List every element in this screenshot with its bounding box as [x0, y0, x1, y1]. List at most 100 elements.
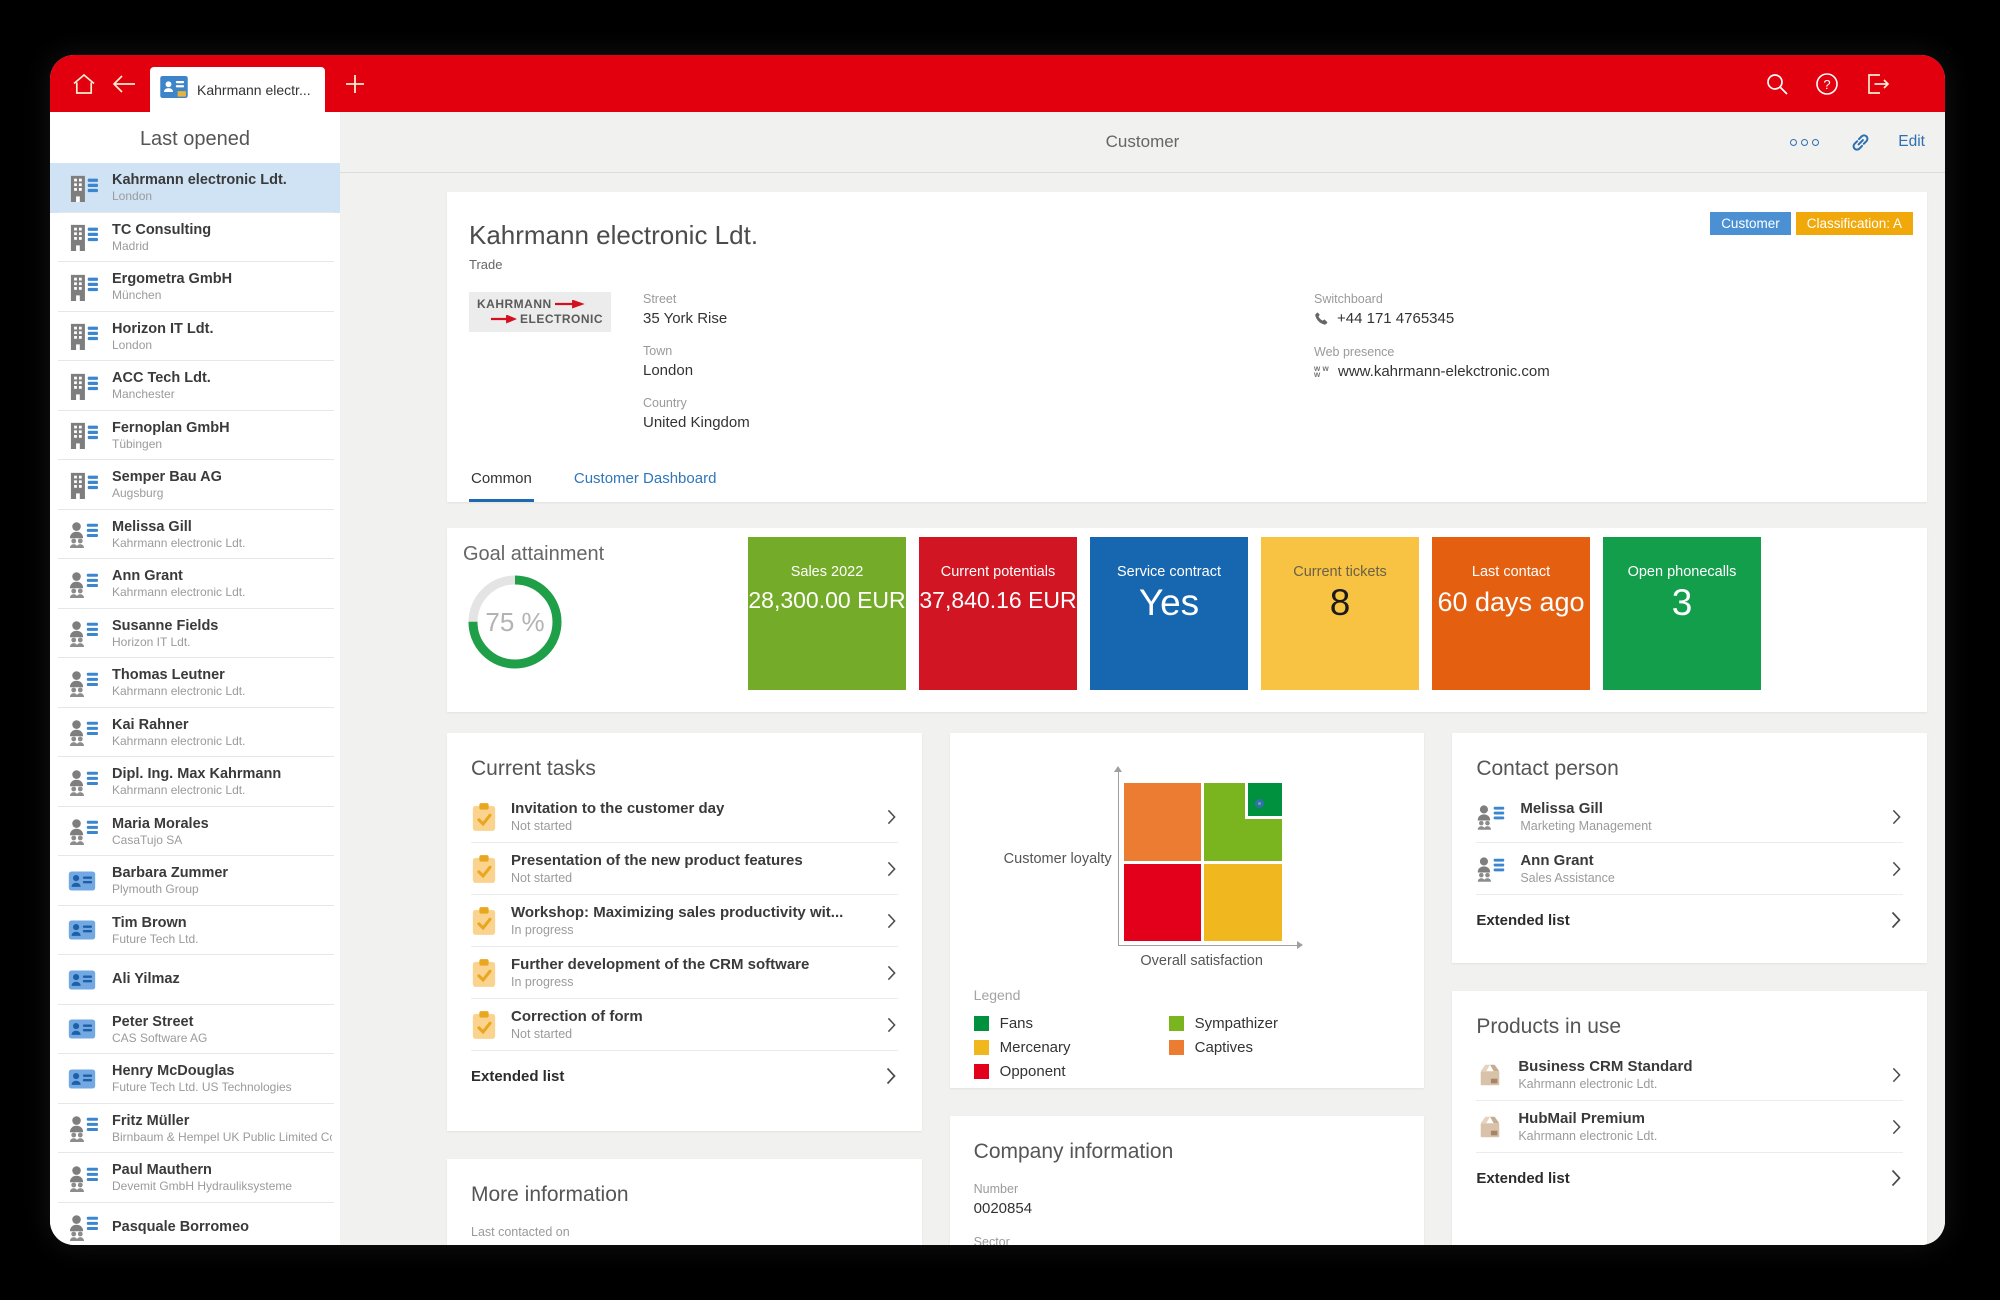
list-item-subtitle: Madrid: [112, 239, 211, 253]
phone-link[interactable]: +44 171 4765345: [1314, 310, 1550, 327]
entity-icon: [68, 1019, 100, 1039]
legend-item: Mercenary: [974, 1039, 1169, 1056]
list-item[interactable]: Kahrmann electronic Ldt. London: [50, 163, 340, 213]
list-item-subtitle: CasaTujo SA: [112, 833, 209, 847]
list-item-title: Barbara Zummer: [112, 865, 228, 881]
list-item-subtitle: Future Tech Ltd.: [112, 932, 199, 946]
task-row[interactable]: Invitation to the customer day Not start…: [471, 791, 898, 843]
sidebar-last-opened: Last opened: [50, 112, 340, 1245]
task-status: Not started: [511, 819, 873, 833]
list-item[interactable]: Dipl. Ing. Max Kahrmann Kahrmann electro…: [50, 757, 340, 807]
contact-person-icon: [1476, 803, 1506, 830]
list-item[interactable]: Henry McDouglas Future Tech Ltd. US Tech…: [50, 1054, 340, 1104]
list-item[interactable]: Semper Bau AG Augsburg: [50, 460, 340, 510]
kpi-tile-value: 60 days ago: [1437, 587, 1584, 618]
tasks-extended-list[interactable]: Extended list: [471, 1051, 898, 1099]
list-item[interactable]: Ann Grant Kahrmann electronic Ldt.: [50, 559, 340, 609]
list-item[interactable]: ACC Tech Ldt. Manchester: [50, 361, 340, 411]
new-tab-plus-icon[interactable]: [335, 55, 375, 112]
kpi-tile[interactable]: Open phonecalls 3: [1603, 537, 1761, 690]
more-information-card: More information Last contacted on 16.08…: [447, 1159, 922, 1245]
task-row[interactable]: Further development of the CRM software …: [471, 947, 898, 999]
goal-attainment-label: Goal attainment: [463, 543, 748, 566]
field-value: 35 York Rise: [643, 310, 750, 327]
entity-icon: [68, 421, 100, 449]
product-row[interactable]: HubMail Premium Kahrmann electronic Ldt.: [1476, 1101, 1903, 1153]
record-tab[interactable]: Customer Dashboard: [572, 460, 719, 502]
task-status: Not started: [511, 1027, 873, 1041]
logout-icon[interactable]: [1857, 55, 1897, 112]
list-item[interactable]: Tim Brown Future Tech Ltd.: [50, 906, 340, 956]
list-item-subtitle: Kahrmann electronic Ldt.: [112, 783, 281, 797]
task-status: Not started: [511, 871, 873, 885]
list-item-title: Semper Bau AG: [112, 469, 222, 485]
list-item-title: Kahrmann electronic Ldt.: [112, 172, 287, 188]
contact-row[interactable]: Ann Grant Sales Assistance: [1476, 843, 1903, 895]
list-item[interactable]: Kai Rahner Kahrmann electronic Ldt.: [50, 708, 340, 758]
entity-icon: [68, 1069, 100, 1089]
field: Country United Kingdom: [643, 396, 750, 431]
link-icon[interactable]: [1849, 131, 1872, 154]
list-item[interactable]: Peter Street CAS Software AG: [50, 1005, 340, 1055]
tab-title: Kahrmann electr...: [197, 82, 311, 98]
list-item[interactable]: Thomas Leutner Kahrmann electronic Ldt.: [50, 658, 340, 708]
list-item[interactable]: TC Consulting Madrid: [50, 213, 340, 263]
more-actions-icon[interactable]: [1786, 135, 1823, 150]
list-item[interactable]: Fritz Müller Birnbaum & Hempel UK Public…: [50, 1104, 340, 1154]
kpi-tile[interactable]: Sales 2022 28,300.00 EUR: [748, 537, 906, 690]
back-icon[interactable]: [104, 55, 144, 112]
list-item-subtitle: Kahrmann electronic Ldt.: [112, 734, 245, 748]
edit-button[interactable]: Edit: [1898, 133, 1925, 151]
list-item[interactable]: Horizon IT Ldt. London: [50, 312, 340, 362]
task-row[interactable]: Workshop: Maximizing sales productivity …: [471, 895, 898, 947]
kpi-tile[interactable]: Current tickets 8: [1261, 537, 1419, 690]
help-icon[interactable]: ?: [1807, 55, 1847, 112]
list-item[interactable]: Fernoplan GmbH Tübingen: [50, 411, 340, 461]
matrix-quadrant: [1204, 783, 1282, 861]
legend-swatch: [974, 1064, 989, 1079]
kpi-tile[interactable]: Current potentials 37,840.16 EUR: [919, 537, 1077, 690]
products-extended-list[interactable]: Extended list: [1476, 1153, 1903, 1201]
entity-icon: [68, 372, 100, 400]
chevron-right-icon: [886, 1067, 898, 1085]
list-item-title: Fritz Müller: [112, 1113, 332, 1129]
product-row[interactable]: Business CRM Standard Kahrmann electroni…: [1476, 1049, 1903, 1101]
task-row[interactable]: Correction of form Not started: [471, 999, 898, 1051]
matrix-quadrant: [1124, 783, 1202, 861]
kpi-tile[interactable]: Last contact 60 days ago: [1432, 537, 1590, 690]
contact-row[interactable]: Melissa Gill Marketing Management: [1476, 791, 1903, 843]
task-icon: [471, 906, 497, 936]
home-icon[interactable]: [64, 55, 104, 112]
list-item[interactable]: Paul Mauthern Devemit GmbH Hydrauliksyst…: [50, 1153, 340, 1203]
list-item-subtitle: Augsburg: [112, 486, 222, 500]
contact-list: Melissa Gill Marketing Management: [1476, 791, 1903, 895]
legend-swatch: [1169, 1016, 1184, 1031]
kpi-tile[interactable]: Service contract Yes: [1090, 537, 1248, 690]
list-item-title: Tim Brown: [112, 915, 199, 931]
list-item[interactable]: Melissa Gill Kahrmann electronic Ldt.: [50, 510, 340, 560]
list-item[interactable]: Maria Morales CasaTujo SA: [50, 807, 340, 857]
field-label: Street: [643, 292, 750, 306]
chevron-right-icon: [887, 809, 898, 825]
field-label: Last contacted on: [471, 1225, 898, 1239]
search-icon[interactable]: [1757, 55, 1797, 112]
field-value: United Kingdom: [643, 414, 750, 431]
list-item[interactable]: Ali Yilmaz: [50, 955, 340, 1005]
tab-kahrmann-electronic[interactable]: Kahrmann electr...: [150, 67, 325, 112]
contacts-extended-list[interactable]: Extended list: [1476, 895, 1903, 943]
website-link[interactable]: w ww www.kahrmann-elekctronic.com: [1314, 363, 1550, 380]
loyalty-matrix-card: Customer loyalty: [950, 733, 1425, 1088]
kpi-tile-label: Current tickets: [1293, 564, 1386, 580]
list-item[interactable]: Susanne Fields Horizon IT Ldt.: [50, 609, 340, 659]
task-row[interactable]: Presentation of the new product features…: [471, 843, 898, 895]
list-item-title: Maria Morales: [112, 816, 209, 832]
entity-icon: [68, 273, 100, 301]
phone-icon: [1314, 311, 1329, 326]
legend-swatch: [1169, 1040, 1184, 1055]
record-tab[interactable]: Common: [469, 460, 534, 502]
status-badge: Customer: [1710, 212, 1791, 235]
list-item[interactable]: Pasquale Borromeo: [50, 1203, 340, 1246]
list-item[interactable]: Ergometra GmbH München: [50, 262, 340, 312]
list-item[interactable]: Barbara Zummer Plymouth Group: [50, 856, 340, 906]
badge-list: Customer Classification: A: [1710, 212, 1913, 235]
